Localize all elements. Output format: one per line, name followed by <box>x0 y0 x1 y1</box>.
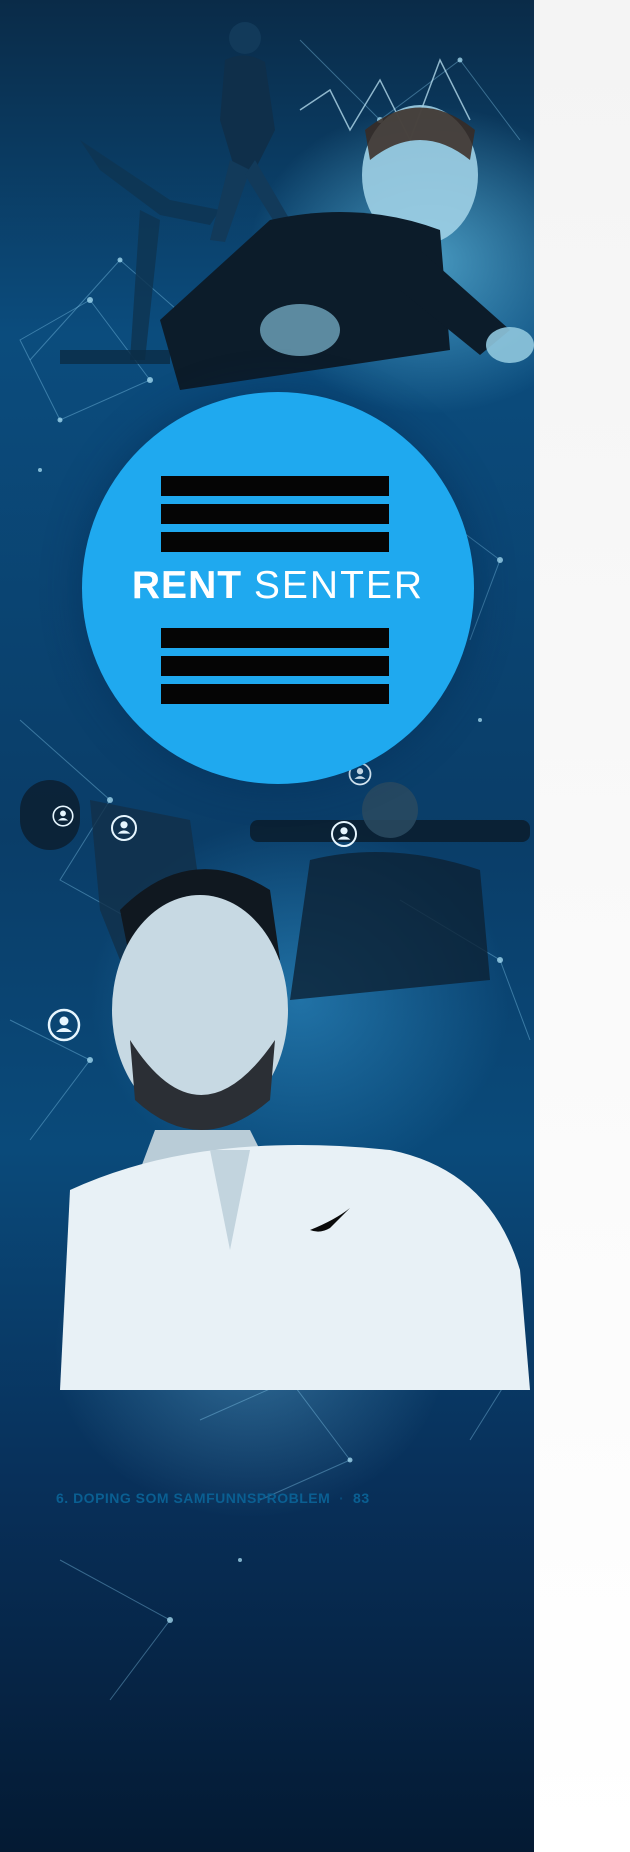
logo-word-bold: RENT <box>131 564 243 607</box>
logo-wordmark: RENT SENTER <box>82 564 474 608</box>
page-margin <box>534 0 630 1852</box>
logo-stripe <box>161 656 389 676</box>
logo-word-light: SENTER <box>253 564 425 607</box>
footer-separator: · <box>334 1490 349 1506</box>
user-node-icon <box>331 821 357 847</box>
page-footer: 6. DOPING SOM SAMFUNNSPROBLEM · 83 <box>56 1490 370 1506</box>
logo-stripe <box>161 628 389 648</box>
rent-senter-logo: RENT SENTER <box>82 392 474 784</box>
cyclist-woman-silhouette <box>160 105 534 390</box>
logo-stripe <box>161 684 389 704</box>
user-node-icon <box>47 1008 81 1042</box>
logo-stripe <box>161 476 389 496</box>
page-number: 83 <box>353 1490 370 1506</box>
cover-photo: RENT SENTER 6. DOPING SOM SAMFUNNSPROBLE… <box>0 0 534 1852</box>
logo-stripe <box>161 532 389 552</box>
user-node-icon <box>52 805 74 827</box>
chapter-title: 6. DOPING SOM SAMFUNNSPROBLEM <box>56 1490 331 1506</box>
logo-stripe <box>161 504 389 524</box>
bearded-man-silhouette <box>60 869 530 1390</box>
user-node-icon <box>111 815 137 841</box>
